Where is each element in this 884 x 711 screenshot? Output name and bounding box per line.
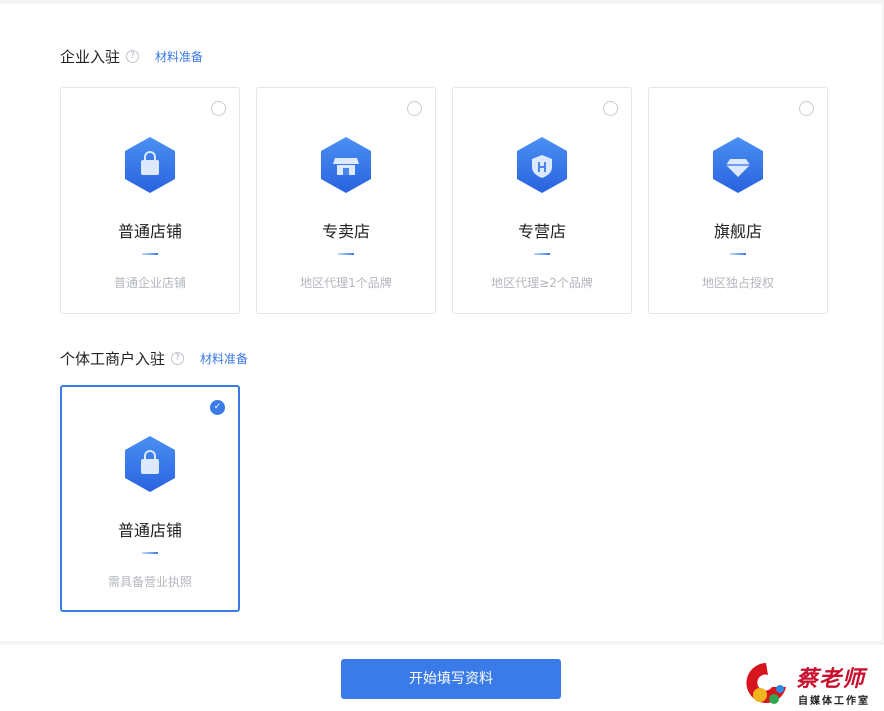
shield-icon xyxy=(517,137,567,193)
radio-button[interactable] xyxy=(603,101,618,116)
section-title-enterprise: 企业入驻 xyxy=(60,48,121,66)
card-title: 普通店铺 xyxy=(117,521,182,540)
store-card-individual-standard[interactable]: ✓ 普通店铺 需具备营业执照 xyxy=(60,385,240,612)
card-description: 普通企业店铺 xyxy=(113,276,186,290)
divider xyxy=(534,253,550,255)
footer-bar: 开始填写资料 蔡老师 自媒体工作室 xyxy=(0,645,884,711)
checked-radio-icon[interactable]: ✓ xyxy=(210,400,225,415)
logo-icon xyxy=(746,663,786,704)
radio-button[interactable] xyxy=(799,101,814,116)
shopping-bag-icon xyxy=(125,137,175,193)
content-panel: 企业入驻 ? 材料准备 普通店铺 普通企业店铺 专卖店 地区代理1个品牌 专营店… xyxy=(0,4,882,641)
start-filling-button[interactable]: 开始填写资料 xyxy=(341,659,561,699)
card-title: 专卖店 xyxy=(321,222,370,241)
store-card-specialty[interactable]: 专卖店 地区代理1个品牌 xyxy=(256,87,436,314)
watermark-title: 蔡老师 xyxy=(796,666,866,692)
section-title-individual: 个体工商户入驻 xyxy=(60,350,166,368)
help-icon[interactable]: ? xyxy=(171,352,185,365)
store-card-flagship[interactable]: 旗舰店 地区独占授权 xyxy=(648,87,828,314)
store-card-franchise[interactable]: 专营店 地区代理≥2个品牌 xyxy=(452,87,632,314)
watermark-logo: 蔡老师 自媒体工作室 xyxy=(744,659,880,709)
radio-button[interactable] xyxy=(211,101,226,116)
material-link-individual[interactable]: 材料准备 xyxy=(200,350,248,367)
card-description: 地区代理≥2个品牌 xyxy=(491,276,593,290)
card-description: 地区独占授权 xyxy=(701,276,774,290)
card-title: 旗舰店 xyxy=(713,222,762,241)
divider xyxy=(730,253,746,255)
card-title: 专营店 xyxy=(517,222,566,241)
divider xyxy=(338,253,354,255)
storefront-icon xyxy=(321,137,371,193)
shopping-bag-icon xyxy=(125,436,175,492)
watermark-subtitle: 自媒体工作室 xyxy=(798,696,870,707)
card-title: 普通店铺 xyxy=(117,222,182,241)
help-icon[interactable]: ? xyxy=(126,50,140,63)
store-card-standard[interactable]: 普通店铺 普通企业店铺 xyxy=(60,87,240,314)
card-description: 地区代理1个品牌 xyxy=(300,276,392,290)
card-description: 需具备营业执照 xyxy=(107,575,192,589)
material-link-enterprise[interactable]: 材料准备 xyxy=(155,48,203,65)
divider xyxy=(142,253,158,255)
diamond-icon xyxy=(713,137,763,193)
radio-button[interactable] xyxy=(407,101,422,116)
section-header-individual: 个体工商户入驻 ? 材料准备 xyxy=(60,348,248,369)
section-header-enterprise: 企业入驻 ? 材料准备 xyxy=(60,46,203,67)
divider xyxy=(142,552,158,554)
